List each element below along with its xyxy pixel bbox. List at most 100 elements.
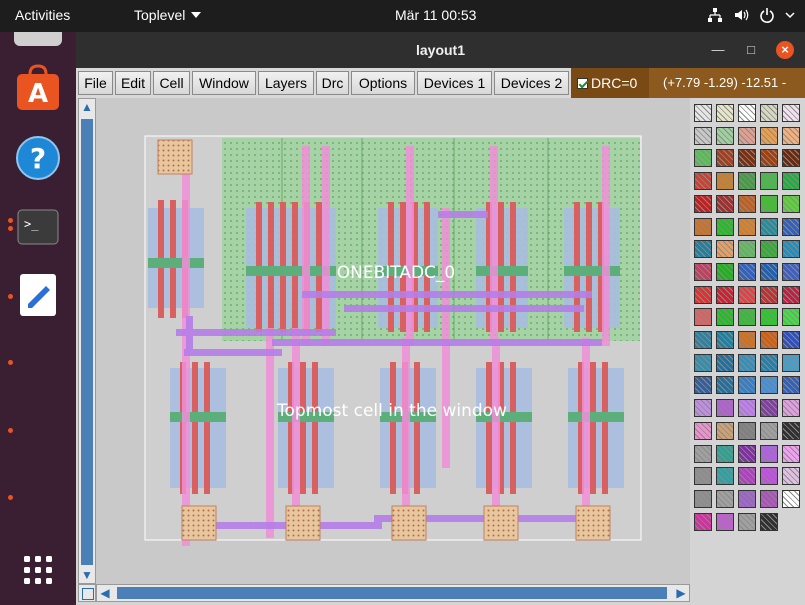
help-icon[interactable]: ? [14,134,62,182]
layer-swatch[interactable] [716,308,734,327]
layer-swatch[interactable] [738,149,756,168]
layer-swatch[interactable] [782,217,800,236]
layer-swatch[interactable] [716,421,734,440]
layer-swatch[interactable] [694,149,712,168]
vertical-scroll-thumb[interactable] [81,119,93,565]
layer-swatch[interactable] [738,331,756,349]
files-icon[interactable] [14,32,62,46]
layer-swatch[interactable] [782,376,800,395]
layer-swatch[interactable] [738,489,756,508]
layer-swatch[interactable] [760,376,778,395]
layer-swatch[interactable] [694,194,712,213]
menu-file[interactable]: File [78,71,113,95]
layer-swatch[interactable] [738,285,756,304]
layer-swatch[interactable] [760,467,778,486]
horizontal-scroll-thumb[interactable] [117,587,667,599]
layer-swatch[interactable] [760,399,778,418]
layer-swatch[interactable] [782,126,800,145]
layer-swatch[interactable] [694,399,712,418]
zoom-box-icon[interactable] [78,584,96,602]
layer-swatch[interactable] [694,331,712,349]
layer-swatch[interactable] [738,240,756,259]
close-button[interactable]: × [776,41,794,59]
layer-swatch[interactable] [694,217,712,236]
menu-layers[interactable]: Layers [258,71,314,95]
menu-devices-2[interactable]: Devices 2 [494,71,569,95]
layer-swatch[interactable] [760,489,778,508]
app-menu[interactable]: Toplevel [134,7,202,23]
layer-swatch[interactable] [760,172,778,191]
layer-swatch[interactable] [694,512,712,531]
layer-swatch[interactable] [716,331,734,349]
layout-canvas[interactable]: ONEBITADC_0 Topmost cell in the window [96,98,690,584]
window-titlebar[interactable]: layout1 — □ × [76,32,805,68]
layer-swatch[interactable] [760,217,778,236]
layer-swatch[interactable] [738,262,756,281]
menu-devices-1[interactable]: Devices 1 [417,71,492,95]
activities-button[interactable]: Activities [15,7,70,23]
scroll-left-icon[interactable]: ◀ [97,585,113,601]
layer-swatch[interactable] [782,240,800,259]
layer-swatch[interactable] [716,399,734,418]
layer-swatch[interactable] [738,126,756,145]
layer-swatch[interactable] [738,444,756,463]
layer-swatch[interactable] [760,444,778,463]
layer-swatch[interactable] [694,376,712,395]
layer-swatch[interactable] [694,126,712,145]
layer-swatch[interactable] [760,331,778,349]
layer-swatch[interactable] [738,194,756,213]
layer-swatch[interactable] [716,444,734,463]
layer-swatch[interactable] [782,262,800,281]
layer-swatch[interactable] [760,104,778,122]
layer-swatch[interactable] [782,331,800,349]
layer-swatch[interactable] [738,421,756,440]
layer-swatch[interactable] [694,172,712,191]
layer-swatch[interactable] [760,240,778,259]
layer-swatch[interactable] [716,353,734,372]
layer-swatch[interactable] [782,467,800,486]
layer-swatch[interactable] [716,126,734,145]
layer-swatch[interactable] [738,512,756,531]
drc-checkbox[interactable] [577,78,588,89]
minimize-button[interactable]: — [709,41,727,59]
layer-swatch[interactable] [694,240,712,259]
layer-swatch[interactable] [782,149,800,168]
layer-swatch[interactable] [738,376,756,395]
layer-swatch[interactable] [694,285,712,304]
layer-swatch[interactable] [694,421,712,440]
layer-swatch[interactable] [760,285,778,304]
layer-swatch[interactable] [716,149,734,168]
layer-swatch[interactable] [694,444,712,463]
clock[interactable]: Mär 11 00:53 [395,7,476,23]
layer-swatch[interactable] [782,308,800,327]
show-apps-icon[interactable] [14,546,62,594]
layer-swatch[interactable] [782,194,800,213]
layer-swatch[interactable] [760,421,778,440]
scroll-up-icon[interactable]: ▲ [79,99,95,115]
layout-drawing[interactable]: ONEBITADC_0 Topmost cell in the window [96,98,690,584]
maximize-button[interactable]: □ [742,41,760,59]
layer-swatch[interactable] [760,262,778,281]
layer-swatch[interactable] [738,399,756,418]
layer-swatch[interactable] [738,467,756,486]
layer-swatch[interactable] [694,353,712,372]
layer-swatch[interactable] [782,421,800,440]
layer-swatch[interactable] [716,489,734,508]
terminal-icon[interactable]: >_ [14,204,62,252]
layer-swatch[interactable] [716,240,734,259]
layer-swatch[interactable] [738,217,756,236]
vertical-scrollbar[interactable]: ▲ ▼ [78,98,96,584]
system-tray[interactable] [707,7,795,23]
layer-swatch[interactable] [760,308,778,327]
layer-swatch[interactable] [782,285,800,304]
layer-swatch[interactable] [738,353,756,372]
layer-swatch[interactable] [782,172,800,191]
layer-swatch[interactable] [716,194,734,213]
layer-swatch[interactable] [694,104,712,122]
layer-swatch[interactable] [716,285,734,304]
layer-swatch[interactable] [694,262,712,281]
layer-swatch[interactable] [716,376,734,395]
layer-swatch[interactable] [738,308,756,327]
layer-swatch[interactable] [782,489,800,508]
scroll-right-icon[interactable]: ▶ [673,585,689,601]
